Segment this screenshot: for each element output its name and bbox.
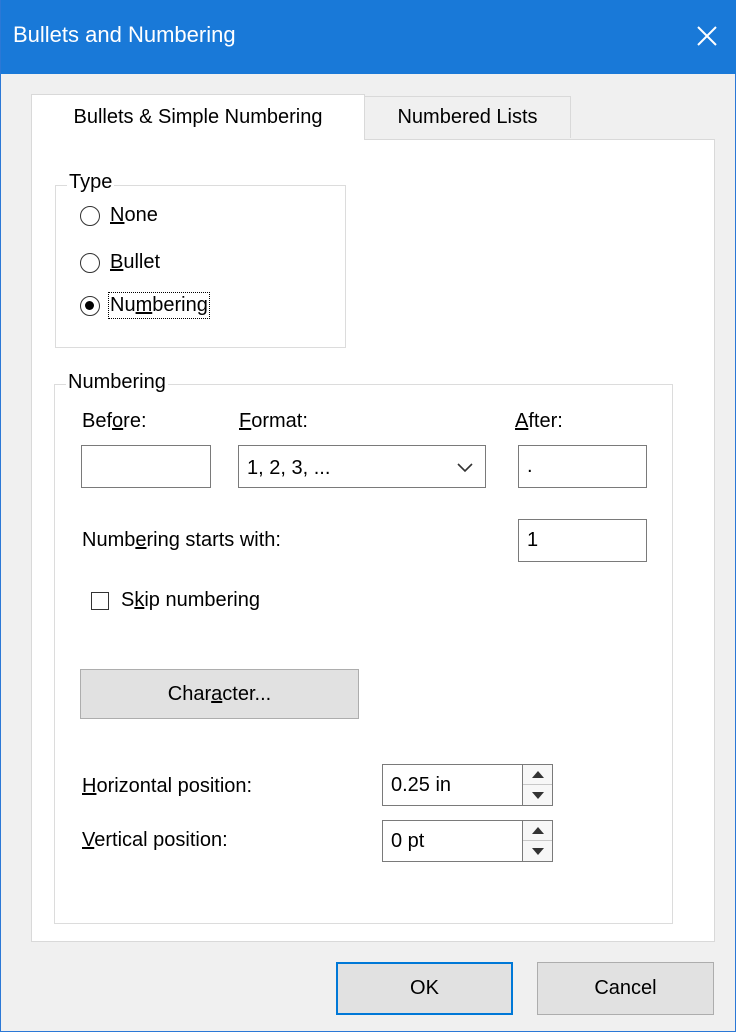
spin-down-button[interactable] <box>523 841 552 861</box>
radio-circle <box>80 252 100 273</box>
radio-bullet[interactable]: Bullet <box>80 251 160 274</box>
cancel-button-label: Cancel <box>594 977 657 999</box>
tab-bullets-simple-numbering[interactable]: Bullets & Simple Numbering <box>31 94 365 140</box>
character-button[interactable]: Character... <box>80 669 359 719</box>
arrow-up-icon <box>531 827 544 834</box>
radio-label-bullet: Bullet <box>110 251 161 273</box>
radio-label-none: None <box>110 204 158 226</box>
vertical-position-spinner[interactable]: 0 pt <box>382 820 553 862</box>
spin-buttons <box>523 764 553 806</box>
window-title: Bullets and Numbering <box>13 22 236 47</box>
numbering-group-label: Numbering <box>66 371 168 394</box>
horizontal-position-label: Horizontal position: <box>82 775 253 797</box>
arrow-up-icon <box>531 771 544 778</box>
horizontal-position-input[interactable]: 0.25 in <box>382 764 523 806</box>
close-icon <box>697 26 717 46</box>
format-label: Format: <box>239 410 308 432</box>
spin-down-button[interactable] <box>523 785 552 805</box>
spin-up-button[interactable] <box>523 765 552 785</box>
arrow-down-icon <box>531 847 544 855</box>
vertical-position-input[interactable]: 0 pt <box>382 820 523 862</box>
bullets-numbering-dialog: Bullets and Numbering Bullets & Simple N… <box>0 0 736 1032</box>
after-input[interactable]: . <box>518 445 647 488</box>
ok-button-label: OK <box>410 977 439 999</box>
chevron-down-icon <box>457 463 473 473</box>
radio-none[interactable]: None <box>80 204 158 227</box>
skip-numbering-checkbox[interactable]: Skip numbering <box>91 589 260 612</box>
tab-numbered-lists[interactable]: Numbered Lists <box>365 96 571 138</box>
format-select[interactable]: 1, 2, 3, ... <box>238 445 486 488</box>
before-label: Before: <box>82 410 147 432</box>
starts-with-input[interactable]: 1 <box>518 519 647 562</box>
close-button[interactable] <box>683 12 731 60</box>
spin-up-button[interactable] <box>523 821 552 841</box>
type-group-label: Type <box>67 171 115 194</box>
horizontal-position-spinner[interactable]: 0.25 in <box>382 764 553 806</box>
tab-label: Bullets & Simple Numbering <box>73 106 323 128</box>
radio-circle-checked <box>80 295 100 316</box>
before-input[interactable] <box>81 445 211 488</box>
starts-with-label: Numbering starts with: <box>82 529 281 551</box>
vertical-position-label: Vertical position: <box>82 829 228 851</box>
character-button-label: Character... <box>167 682 272 705</box>
arrow-down-icon <box>531 791 544 799</box>
after-label: After: <box>515 410 563 432</box>
spin-buttons <box>523 820 553 862</box>
radio-circle <box>80 205 100 226</box>
cancel-button[interactable]: Cancel <box>537 962 714 1015</box>
radio-label-numbering: Numbering <box>108 292 210 319</box>
ok-button[interactable]: OK <box>336 962 513 1015</box>
radio-numbering[interactable]: Numbering <box>80 292 210 319</box>
skip-numbering-label: Skip numbering <box>121 589 260 611</box>
tab-panel: Type None Bullet Numbering Numbering Bef… <box>31 139 715 942</box>
format-selected-value: 1, 2, 3, ... <box>247 457 331 479</box>
checkbox-box <box>91 591 109 610</box>
tab-label: Numbered Lists <box>397 106 538 128</box>
title-bar: Bullets and Numbering <box>1 0 736 74</box>
